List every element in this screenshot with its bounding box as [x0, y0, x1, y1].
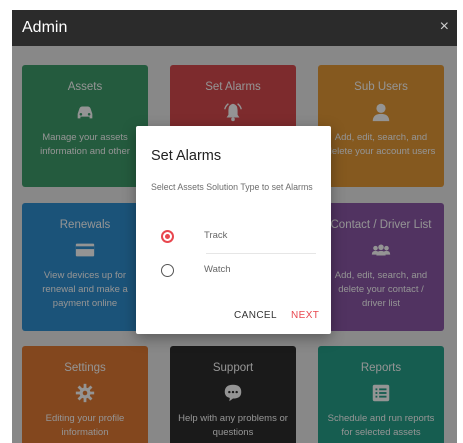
- option-label: Watch: [204, 264, 231, 275]
- radio-selected-icon[interactable]: [161, 230, 174, 243]
- window-title: Admin: [22, 19, 68, 36]
- title-bar: Admin ×: [12, 10, 457, 46]
- option-watch[interactable]: Watch: [161, 261, 321, 281]
- radio-unselected-icon[interactable]: [161, 264, 174, 277]
- next-button[interactable]: NEXT: [291, 310, 319, 321]
- dialog-subtitle: Select Assets Solution Type to set Alarm…: [151, 182, 313, 192]
- set-alarms-dialog: Set Alarms Select Assets Solution Type t…: [136, 126, 331, 334]
- cancel-button[interactable]: CANCEL: [234, 310, 277, 321]
- close-icon[interactable]: ×: [440, 18, 449, 36]
- option-track[interactable]: Track: [161, 227, 321, 247]
- option-label: Track: [204, 230, 228, 241]
- option-divider: [206, 253, 316, 254]
- dialog-title: Set Alarms: [151, 148, 222, 164]
